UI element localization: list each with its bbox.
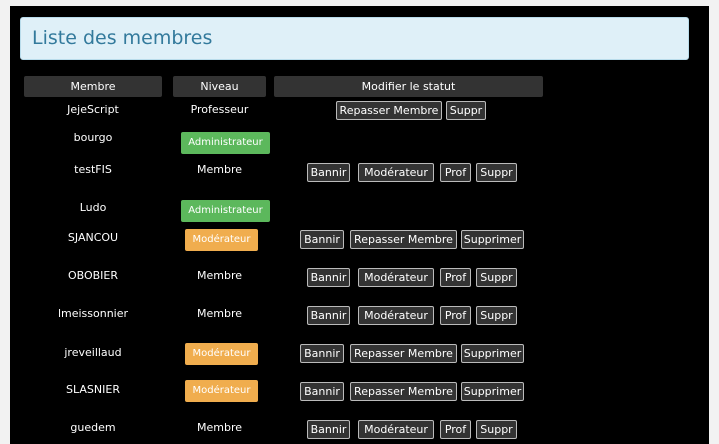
member-name: bourgo [73, 131, 113, 144]
suppr-button[interactable]: Suppr [476, 420, 517, 439]
suppr-button[interactable]: Suppr [476, 163, 517, 182]
prof-button[interactable]: Prof [440, 163, 471, 182]
members-panel: Liste des membres Membre Niveau Modifier… [10, 6, 709, 444]
member-name: lmeissonnier [57, 307, 129, 320]
member-name: testFIS [74, 163, 112, 176]
member-level: Membre [196, 421, 242, 434]
column-header-member: Membre [24, 76, 162, 97]
bannir-button[interactable]: Bannir [307, 306, 350, 325]
member-name: Ludo [79, 201, 107, 214]
member-name: SJANCOU [67, 231, 119, 244]
bannir-button[interactable]: Bannir [307, 420, 350, 439]
column-header-status: Modifier le statut [274, 76, 543, 97]
column-header-level: Niveau [173, 76, 266, 97]
repasser-membre-button[interactable]: Repasser Membre [350, 230, 457, 249]
member-name: SLASNIER [66, 383, 120, 396]
prof-button[interactable]: Prof [440, 306, 471, 325]
title-bar: Liste des membres [20, 17, 689, 60]
bannir-button[interactable]: Bannir [300, 382, 344, 401]
member-name: JejeScript [67, 103, 119, 116]
page-title: Liste des membres [32, 27, 213, 49]
prof-button[interactable]: Prof [440, 420, 471, 439]
member-name: guedem [70, 421, 116, 434]
bannir-button[interactable]: Bannir [300, 230, 344, 249]
repasser-membre-button[interactable]: Repasser Membre [350, 382, 457, 401]
repasser-membre-button[interactable]: Repasser Membre [350, 344, 457, 363]
moderator-badge: Modérateur [185, 343, 258, 365]
moderator-badge: Modérateur [185, 229, 258, 251]
moderateur-button[interactable]: Modérateur [358, 420, 434, 439]
supprimer-button[interactable]: Supprimer [461, 230, 524, 249]
supprimer-button[interactable]: Supprimer [461, 382, 524, 401]
moderateur-button[interactable]: Modérateur [358, 163, 434, 182]
moderateur-button[interactable]: Modérateur [358, 306, 434, 325]
repasser-membre-button[interactable]: Repasser Membre [336, 101, 442, 120]
moderateur-button[interactable]: Modérateur [358, 268, 434, 287]
bannir-button[interactable]: Bannir [300, 344, 344, 363]
member-name: jreveillaud [64, 346, 122, 359]
member-level: Membre [196, 307, 242, 320]
member-level: Membre [196, 163, 242, 176]
suppr-button[interactable]: Suppr [476, 306, 517, 325]
admin-badge: Administrateur [181, 200, 270, 222]
admin-badge: Administrateur [181, 132, 270, 154]
supprimer-button[interactable]: Supprimer [461, 344, 524, 363]
bannir-button[interactable]: Bannir [307, 163, 350, 182]
moderator-badge: Modérateur [185, 380, 258, 402]
suppr-button[interactable]: Suppr [446, 101, 486, 120]
member-name: OBOBIER [67, 269, 119, 282]
bannir-button[interactable]: Bannir [307, 268, 350, 287]
member-level: Membre [196, 269, 242, 282]
suppr-button[interactable]: Suppr [476, 268, 517, 287]
member-level: Professeur [190, 103, 249, 116]
prof-button[interactable]: Prof [440, 268, 471, 287]
